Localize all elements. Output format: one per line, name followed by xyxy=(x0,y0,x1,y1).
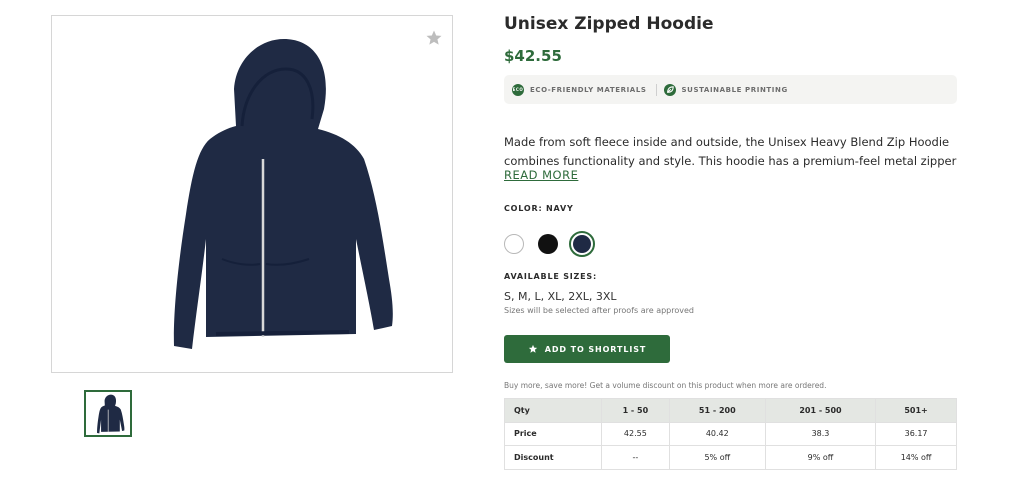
badge-eco-friendly: ECO ECO-FRIENDLY MATERIALS xyxy=(512,83,647,96)
table-cell: Discount xyxy=(504,445,602,470)
table-cell: 9% off xyxy=(764,445,877,470)
color-swatch-white[interactable] xyxy=(504,234,524,254)
leaf-icon xyxy=(663,83,676,96)
table-cell: 5% off xyxy=(668,445,766,470)
table-row: Discount -- 5% off 9% off 14% off xyxy=(504,445,957,470)
table-cell: 14% off xyxy=(875,445,957,470)
sizes-note: Sizes will be selected after proofs are … xyxy=(504,306,694,315)
star-icon xyxy=(528,344,538,354)
shortlist-button-label: ADD TO SHORTLIST xyxy=(544,344,647,354)
table-cell: 40.42 xyxy=(668,421,766,446)
table-header-cell: 501+ xyxy=(875,398,957,423)
available-sizes: S, M, L, XL, 2XL, 3XL xyxy=(504,290,617,303)
product-price: $42.55 xyxy=(504,47,562,65)
color-swatch-navy-fill xyxy=(573,235,591,253)
table-row: Price 42.55 40.42 38.3 36.17 xyxy=(504,421,957,446)
volume-pricing-table: Qty 1 - 50 51 - 200 201 - 500 501+ Price… xyxy=(504,398,957,470)
add-to-shortlist-button[interactable]: ADD TO SHORTLIST xyxy=(504,335,670,363)
read-more-link[interactable]: READ MORE xyxy=(504,168,578,182)
badge-sustainable-printing: SUSTAINABLE PRINTING xyxy=(663,83,788,96)
description-line: Made from soft fleece inside and outside… xyxy=(504,135,950,149)
table-cell: Price xyxy=(504,421,602,446)
table-header-cell: 51 - 200 xyxy=(668,398,766,423)
table-header-cell: 201 - 500 xyxy=(764,398,877,423)
color-label: COLOR: NAVY xyxy=(504,204,574,213)
table-header-cell: 1 - 50 xyxy=(601,398,670,423)
table-cell: -- xyxy=(601,445,670,470)
product-thumbnail[interactable] xyxy=(84,390,132,437)
product-title: Unisex Zipped Hoodie xyxy=(504,14,714,34)
product-image-panel xyxy=(51,15,453,373)
volume-discount-note: Buy more, save more! Get a volume discou… xyxy=(504,381,827,390)
sizes-label: AVAILABLE SIZES: xyxy=(504,272,597,281)
hoodie-product-image xyxy=(173,39,393,349)
color-swatches xyxy=(504,231,595,257)
table-cell: 38.3 xyxy=(764,421,877,446)
color-swatch-black[interactable] xyxy=(538,234,558,254)
table-header-cell: Qty xyxy=(504,398,602,423)
table-header-row: Qty 1 - 50 51 - 200 201 - 500 501+ xyxy=(504,398,957,423)
star-icon xyxy=(426,30,442,45)
badge-label: ECO-FRIENDLY MATERIALS xyxy=(530,85,647,94)
color-swatch-navy[interactable] xyxy=(569,231,595,257)
eco-icon: ECO xyxy=(512,83,524,96)
badge-divider xyxy=(655,83,657,96)
table-cell: 36.17 xyxy=(875,421,957,446)
table-cell: 42.55 xyxy=(601,421,670,446)
sustainability-badges: ECO ECO-FRIENDLY MATERIALS SUSTAINABLE P… xyxy=(504,75,957,104)
favorite-star-button[interactable] xyxy=(422,26,446,50)
hoodie-thumbnail-image xyxy=(97,394,125,433)
badge-label: SUSTAINABLE PRINTING xyxy=(681,85,788,94)
product-description: Made from soft fleece inside and outside… xyxy=(504,133,960,171)
